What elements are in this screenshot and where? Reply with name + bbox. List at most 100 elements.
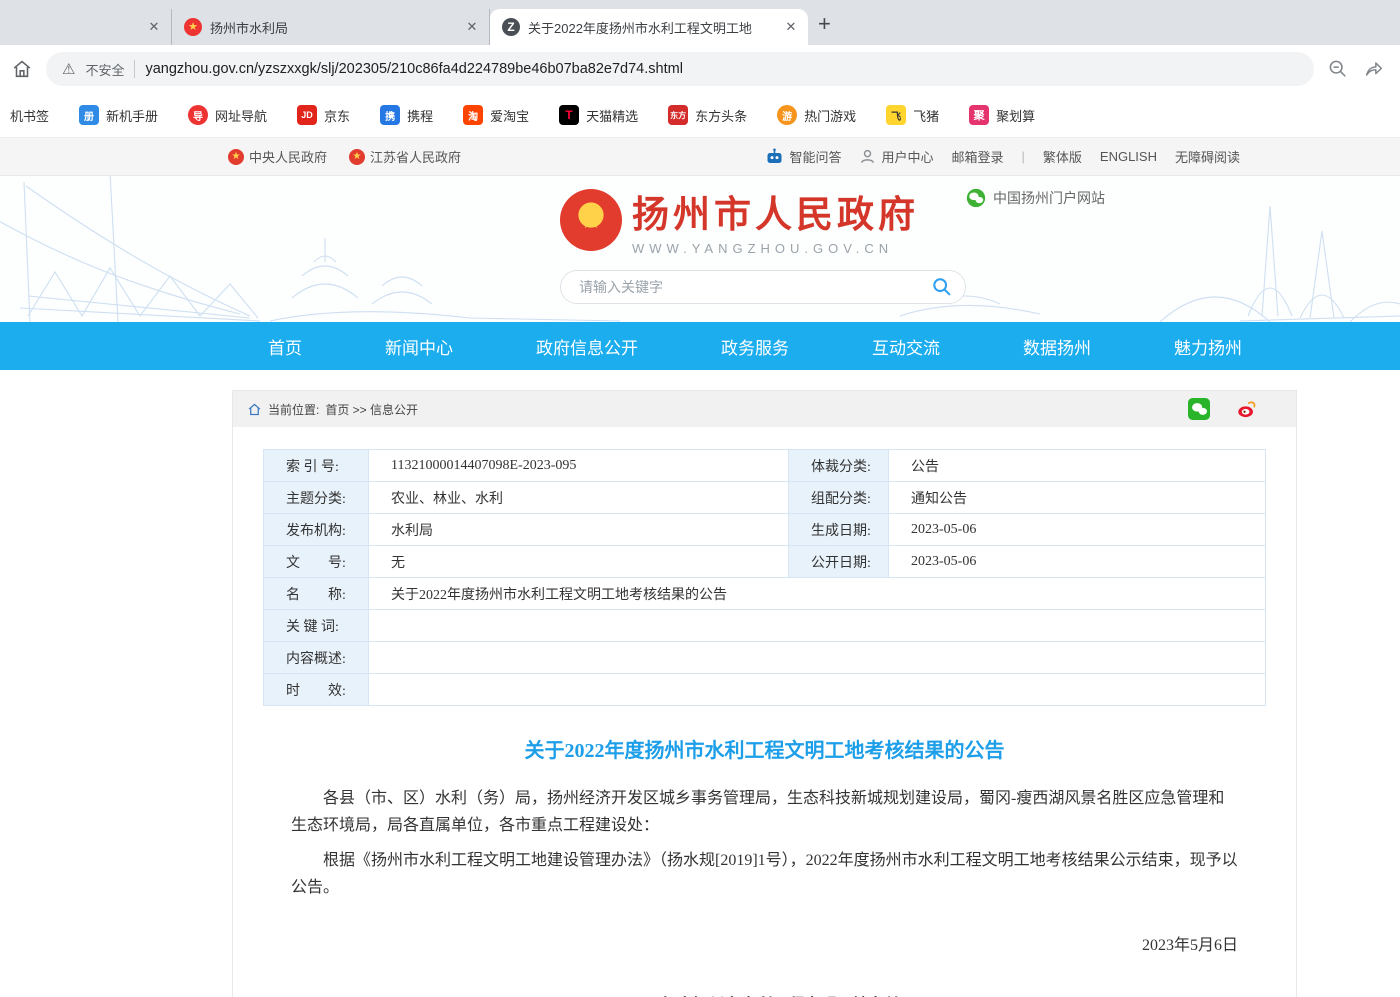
portal-link[interactable]: 中国扬州门户网站	[966, 188, 1105, 208]
zoom-out-icon[interactable]	[1326, 57, 1350, 81]
breadcrumb: 当前位置: 首页 >> 信息公开	[233, 391, 1296, 427]
home-icon[interactable]	[247, 402, 262, 417]
tab-partial[interactable]: ✕	[0, 9, 172, 45]
tab-title: 关于2022年度扬州市水利工程文明工地	[528, 18, 774, 37]
nav-data-yangzhou[interactable]: 数据扬州	[1023, 334, 1091, 359]
meta-label: 发布机构:	[264, 514, 369, 546]
table-row: 名 称: 关于2022年度扬州市水利工程文明工地考核结果的公告	[264, 578, 1266, 610]
bookmarks-bar: 机书签 册 新机手册 导 网址导航 JD 京东 携 携程 淘 爱淘宝 T 天猫精…	[0, 93, 1400, 138]
document-meta-table: 索 引 号: 11321000014407098E-2023-095 体裁分类:…	[263, 449, 1266, 706]
article-paragraph: 根据《扬州市水利工程文明工地建设管理办法》（扬水规[2019]1号），2022年…	[291, 847, 1238, 901]
announcement-article: 关于2022年度扬州市水利工程文明工地考核结果的公告 各县（市、区）水利（务）局…	[233, 734, 1296, 997]
link-traditional-chinese[interactable]: 繁体版	[1043, 147, 1082, 166]
breadcrumb-path[interactable]: 首页 >> 信息公开	[325, 401, 418, 418]
table-row: 文 号: 无 公开日期: 2023-05-06	[264, 546, 1266, 578]
wechat-share-icon[interactable]	[1188, 398, 1210, 420]
security-warning-icon[interactable]: ⚠	[62, 60, 75, 78]
portal-label: 中国扬州门户网站	[993, 188, 1105, 208]
bookmark-feizhu[interactable]: 飞 飞猪	[886, 105, 939, 125]
bookmark-jd[interactable]: JD 京东	[297, 105, 350, 125]
ctrip-icon: 携	[380, 105, 400, 125]
nav-charm-yangzhou[interactable]: 魅力扬州	[1174, 334, 1242, 359]
url-text[interactable]: yangzhou.gov.cn/yzszxxgk/slj/202305/210c…	[145, 61, 682, 77]
meta-label: 名 称:	[264, 578, 369, 610]
nav-gov-info-disclosure[interactable]: 政府信息公开	[536, 334, 638, 359]
tab-close-icon[interactable]: ✕	[463, 18, 481, 36]
bookmark-label: 京东	[324, 106, 350, 125]
tab-shuiliju[interactable]: ★ 扬州市水利局 ✕	[172, 9, 490, 45]
site-favicon: Z	[502, 18, 520, 36]
site-logo[interactable]: ★ 扬州市人民政府 WWW.YANGZHOU.GOV.CN	[560, 184, 970, 256]
util-label: 智能问答	[789, 147, 841, 166]
meta-value: 水利局	[369, 514, 789, 546]
tmall-icon: T	[559, 105, 579, 125]
jd-icon: JD	[297, 105, 317, 125]
search-input[interactable]	[579, 279, 931, 295]
site-search-bar	[560, 270, 966, 304]
search-icon[interactable]	[931, 276, 953, 298]
util-label: 用户中心	[881, 147, 933, 166]
meta-value: 无	[369, 546, 789, 578]
table-row: 时 效:	[264, 674, 1266, 706]
table-row: 发布机构: 水利局 生成日期: 2023-05-06	[264, 514, 1266, 546]
national-emblem-icon: ★	[560, 189, 622, 251]
bookmark-label: 新机手册	[106, 106, 158, 125]
nav-gov-services[interactable]: 政务服务	[721, 334, 789, 359]
dongfang-icon: 东方	[668, 105, 688, 125]
bookmark-label: 东方头条	[695, 106, 747, 125]
address-bar[interactable]: ⚠ 不安全 yangzhou.gov.cn/yzszxxgk/slj/20230…	[46, 52, 1314, 86]
robot-icon	[765, 148, 784, 166]
gamepad-icon: 游	[777, 105, 797, 125]
taobao-icon: 淘	[463, 105, 483, 125]
bookmark-tmall[interactable]: T 天猫精选	[559, 105, 638, 125]
tab-close-icon[interactable]: ✕	[145, 18, 163, 36]
link-central-government[interactable]: ★ 中央人民政府	[228, 147, 327, 166]
site-header: ★ 扬州市人民政府 WWW.YANGZHOU.GOV.CN 中国扬州门户网站	[0, 176, 1400, 322]
util-label: 繁体版	[1043, 147, 1082, 166]
new-tab-button[interactable]: +	[818, 11, 831, 37]
link-jiangsu-government[interactable]: ★ 江苏省人民政府	[349, 147, 461, 166]
table-row: 索 引 号: 11321000014407098E-2023-095 体裁分类:…	[264, 450, 1266, 482]
wechat-icon	[966, 188, 986, 208]
bookmark-juhuasuan[interactable]: 聚 聚划算	[969, 105, 1035, 125]
security-label[interactable]: 不安全	[85, 60, 124, 79]
meta-value: 农业、林业、水利	[369, 482, 789, 514]
url-divider	[134, 60, 135, 78]
home-icon[interactable]	[10, 57, 34, 81]
tab-close-icon[interactable]: ✕	[782, 18, 800, 36]
nav-interaction[interactable]: 互动交流	[872, 334, 940, 359]
juhuasuan-icon: 聚	[969, 105, 989, 125]
link-smart-qa[interactable]: 智能问答	[765, 147, 841, 166]
weibo-share-icon[interactable]	[1236, 398, 1258, 420]
bookmark-xinji-shouce[interactable]: 册 新机手册	[79, 105, 158, 125]
bookmark-dongfang-toutiao[interactable]: 东方 东方头条	[668, 105, 747, 125]
fliggy-pig-icon: 飞	[886, 105, 906, 125]
link-user-center[interactable]: 用户中心	[859, 147, 933, 166]
nav-home[interactable]: 首页	[268, 334, 302, 359]
link-english[interactable]: ENGLISH	[1100, 149, 1157, 164]
site-utility-bar: ★ 中央人民政府 ★ 江苏省人民政府 智能问答 用户中心 邮箱登录 | 繁体版	[0, 138, 1400, 176]
bookmark-ctrip[interactable]: 携 携程	[380, 105, 433, 125]
bookmark-label: 携程	[407, 106, 433, 125]
manual-book-icon: 册	[79, 105, 99, 125]
link-mail-login[interactable]: 邮箱登录	[951, 147, 1003, 166]
meta-label: 关 键 词:	[264, 610, 369, 642]
bookmark-hot-games[interactable]: 游 热门游戏	[777, 105, 856, 125]
bookmark-phone-bookmarks[interactable]: 机书签	[10, 106, 49, 125]
bookmark-wangzhi-daohang[interactable]: 导 网址导航	[188, 105, 267, 125]
meta-value	[369, 610, 1266, 642]
util-label: 邮箱登录	[951, 147, 1003, 166]
bookmark-aitaobao[interactable]: 淘 爱淘宝	[463, 105, 529, 125]
tab-active-announcement[interactable]: Z 关于2022年度扬州市水利工程文明工地 ✕	[490, 9, 808, 45]
meta-label: 生成日期:	[789, 514, 889, 546]
meta-value	[369, 674, 1266, 706]
nav-news-center[interactable]: 新闻中心	[385, 334, 453, 359]
table-row: 关 键 词:	[264, 610, 1266, 642]
link-accessibility[interactable]: 无障碍阅读	[1175, 147, 1240, 166]
meta-label: 内容概述:	[264, 642, 369, 674]
article-date: 2023年5月6日	[291, 931, 1238, 955]
share-icon[interactable]	[1362, 57, 1386, 81]
browser-tab-bar: ✕ ★ 扬州市水利局 ✕ Z 关于2022年度扬州市水利工程文明工地 ✕ +	[0, 0, 1400, 45]
meta-label: 文 号:	[264, 546, 369, 578]
util-label: 无障碍阅读	[1175, 147, 1240, 166]
